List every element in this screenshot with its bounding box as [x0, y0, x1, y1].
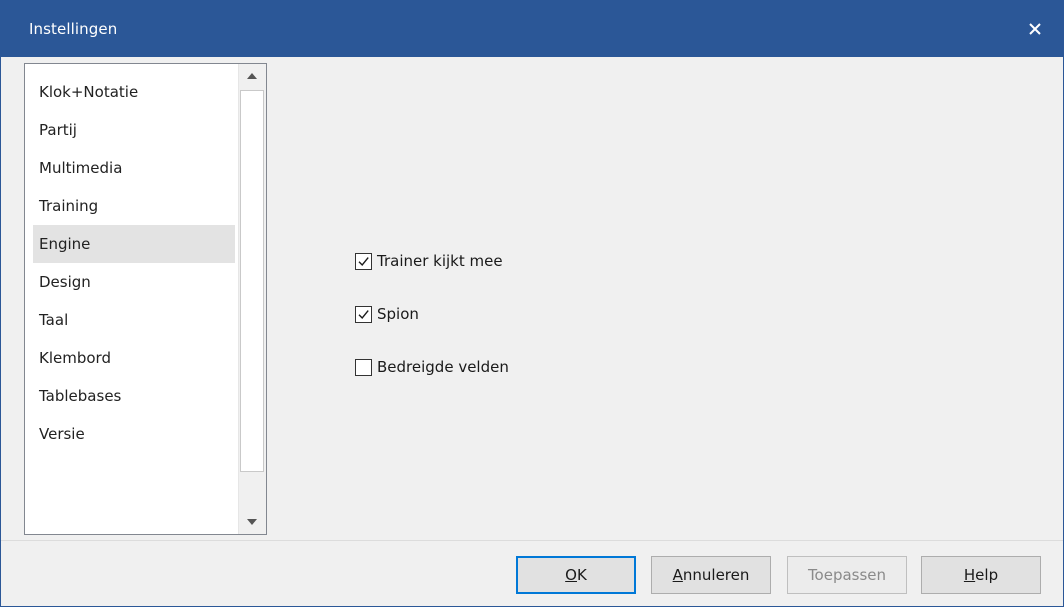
- cancel-mnemonic: A: [672, 566, 683, 584]
- category-item-klembord[interactable]: Klembord: [33, 339, 235, 377]
- option-trainer-kijkt-mee[interactable]: Trainer kijkt mee: [355, 251, 503, 271]
- option-bedreigde-velden[interactable]: Bedreigde velden: [355, 357, 509, 377]
- triangle-down-icon: [247, 519, 257, 525]
- cancel-button[interactable]: Annuleren: [651, 556, 771, 594]
- checkbox-bedreigde-velden[interactable]: [355, 358, 372, 376]
- scroll-up-button[interactable]: [239, 64, 265, 88]
- category-item-taal[interactable]: Taal: [33, 301, 235, 339]
- scroll-down-button[interactable]: [239, 510, 265, 534]
- checkmark-icon: [358, 256, 369, 266]
- checkbox-trainer-kijkt-mee[interactable]: [355, 252, 372, 270]
- ok-label-rest: K: [576, 566, 587, 584]
- ok-mnemonic: O: [565, 566, 577, 584]
- triangle-up-icon: [247, 73, 257, 79]
- close-button[interactable]: [1007, 1, 1063, 57]
- apply-button[interactable]: Toepassen: [787, 556, 907, 594]
- category-item-engine[interactable]: Engine: [33, 225, 235, 263]
- option-label: Bedreigde velden: [377, 358, 509, 376]
- help-label-rest: elp: [975, 566, 999, 584]
- dialog-title: Instellingen: [29, 20, 118, 38]
- scroll-thumb[interactable]: [240, 90, 264, 472]
- checkbox-spion[interactable]: [355, 305, 372, 323]
- apply-label: Toepassen: [807, 566, 887, 584]
- category-item-versie[interactable]: Versie: [33, 415, 235, 453]
- option-label: Spion: [377, 305, 419, 323]
- category-item-partij[interactable]: Partij: [33, 111, 235, 149]
- category-item-multimedia[interactable]: Multimedia: [33, 149, 235, 187]
- category-item-design[interactable]: Design: [33, 263, 235, 301]
- cancel-label-rest: nnuleren: [682, 566, 750, 584]
- list-scrollbar[interactable]: [238, 64, 266, 534]
- help-button[interactable]: Help: [921, 556, 1041, 594]
- dialog-body: Klok+Notatie Partij Multimedia Training …: [1, 57, 1063, 606]
- settings-dialog: Instellingen Klok+Notatie Partij Multime…: [0, 0, 1064, 607]
- title-bar[interactable]: Instellingen: [1, 1, 1063, 57]
- category-item-training[interactable]: Training: [33, 187, 235, 225]
- help-mnemonic: H: [963, 566, 976, 584]
- close-icon: [1029, 23, 1041, 35]
- checkmark-icon: [358, 309, 369, 319]
- option-spion[interactable]: Spion: [355, 304, 419, 324]
- category-item-klok-notatie[interactable]: Klok+Notatie: [33, 73, 235, 111]
- category-item-tablebases[interactable]: Tablebases: [33, 377, 235, 415]
- category-list[interactable]: Klok+Notatie Partij Multimedia Training …: [24, 63, 267, 535]
- option-label: Trainer kijkt mee: [377, 252, 503, 270]
- footer-divider: [1, 540, 1063, 541]
- ok-button[interactable]: OK: [516, 556, 636, 594]
